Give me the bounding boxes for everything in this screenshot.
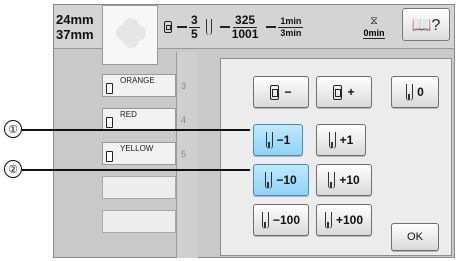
thread-color-name: YELLOW bbox=[120, 144, 154, 153]
color-forward-label: + bbox=[347, 85, 355, 99]
thread-list-item[interactable]: RED 4 bbox=[102, 108, 186, 131]
thread-spool-icon bbox=[106, 83, 113, 94]
thread-index: 3 bbox=[181, 81, 187, 91]
help-book-icon: 📖? bbox=[411, 16, 441, 34]
separator-dash bbox=[177, 26, 187, 28]
color-back-label: − bbox=[284, 85, 292, 99]
thread-color-name: ORANGE bbox=[120, 76, 155, 85]
thread-spool-icon bbox=[106, 117, 113, 128]
stop-time-value: 0min bbox=[363, 28, 385, 39]
thread-spool-icon bbox=[270, 84, 280, 100]
color-forward-button[interactable]: + bbox=[316, 76, 372, 108]
forward-10-stitch-label: +10 bbox=[339, 173, 360, 187]
pattern-height: 37mm bbox=[56, 27, 94, 42]
needle-icon bbox=[328, 131, 336, 149]
callout-1: ① bbox=[4, 120, 22, 138]
pattern-width: 24mm bbox=[56, 12, 94, 27]
callout-1-label: ① bbox=[8, 123, 18, 136]
callout-2: ② bbox=[4, 160, 22, 178]
needle-icon bbox=[265, 171, 273, 189]
total-stitch-count: 1001 bbox=[231, 26, 259, 41]
thread-index: 5 bbox=[181, 149, 187, 159]
back-100-stitch-label: −100 bbox=[272, 213, 301, 227]
current-time: 1min bbox=[278, 15, 304, 28]
empty-list-row bbox=[102, 176, 176, 199]
callout-2-line bbox=[22, 169, 250, 171]
needle-icon bbox=[205, 19, 212, 35]
time-until-stop: ⧖ 0min bbox=[354, 8, 394, 46]
thread-color-name: RED bbox=[120, 110, 137, 119]
needle-icon bbox=[406, 83, 414, 101]
thread-index: 4 bbox=[181, 115, 187, 125]
back-10-stitch-button[interactable]: −10 bbox=[253, 164, 309, 196]
ok-button[interactable]: OK bbox=[391, 223, 439, 251]
time-progress: 1min 3min bbox=[278, 15, 304, 39]
forward-10-stitch-button[interactable]: +10 bbox=[316, 164, 372, 196]
pattern-size: 24mm 37mm bbox=[56, 12, 104, 42]
thread-spool-icon bbox=[164, 21, 172, 33]
needle-icon bbox=[261, 211, 269, 229]
embroidery-screen: 24mm 37mm 3 5 325 1001 1min 3min ⧖ 0min … bbox=[53, 4, 455, 258]
needle-icon bbox=[265, 131, 273, 149]
forward-1-stitch-label: +1 bbox=[339, 133, 354, 147]
forward-1-stitch-button[interactable]: +1 bbox=[316, 124, 366, 156]
ok-label: OK bbox=[407, 231, 423, 243]
back-1-stitch-button[interactable]: −1 bbox=[253, 124, 303, 156]
stitch-progress: 325 1001 bbox=[231, 12, 259, 41]
reset-stitch-label: 0 bbox=[417, 85, 424, 99]
stop-timer-icon: ⧖ bbox=[370, 15, 378, 27]
forward-100-stitch-button[interactable]: +100 bbox=[316, 204, 372, 236]
thread-spool-icon bbox=[333, 84, 343, 100]
current-color-number: 3 bbox=[189, 12, 200, 28]
current-stitch-count: 325 bbox=[233, 12, 258, 28]
callout-2-label: ② bbox=[8, 163, 18, 176]
total-color-number: 5 bbox=[191, 26, 198, 41]
forward-100-stitch-label: +100 bbox=[335, 213, 364, 227]
callout-1-line bbox=[22, 129, 250, 131]
total-time: 3min bbox=[280, 27, 302, 38]
separator-dash bbox=[266, 26, 277, 28]
thread-list-item[interactable]: YELLOW 5 bbox=[102, 142, 186, 165]
pattern-preview bbox=[102, 5, 158, 65]
reset-stitch-button[interactable]: 0 bbox=[391, 76, 439, 108]
thread-list-item[interactable]: ORANGE 3 bbox=[102, 74, 186, 97]
color-progress: 3 5 bbox=[189, 12, 200, 41]
help-button[interactable]: 📖? bbox=[402, 8, 450, 41]
color-back-button[interactable]: − bbox=[253, 76, 309, 108]
separator-dash bbox=[219, 26, 230, 28]
thread-color-list: ORANGE 3 RED 4 YELLOW 5 bbox=[102, 65, 198, 255]
needle-icon bbox=[324, 211, 332, 229]
pattern-thumbnail bbox=[120, 22, 142, 44]
thread-spool-icon bbox=[106, 151, 113, 162]
back-1-stitch-label: −1 bbox=[276, 133, 291, 147]
empty-list-row bbox=[102, 210, 176, 233]
back-10-stitch-label: −10 bbox=[276, 173, 297, 187]
needle-position-panel: − + 0 −1 +1 −10 +10 −100 +100 OK bbox=[220, 58, 452, 256]
needle-icon bbox=[328, 171, 336, 189]
progress-info: 3 5 325 1001 1min 3min bbox=[164, 8, 304, 46]
back-100-stitch-button[interactable]: −100 bbox=[253, 204, 309, 236]
